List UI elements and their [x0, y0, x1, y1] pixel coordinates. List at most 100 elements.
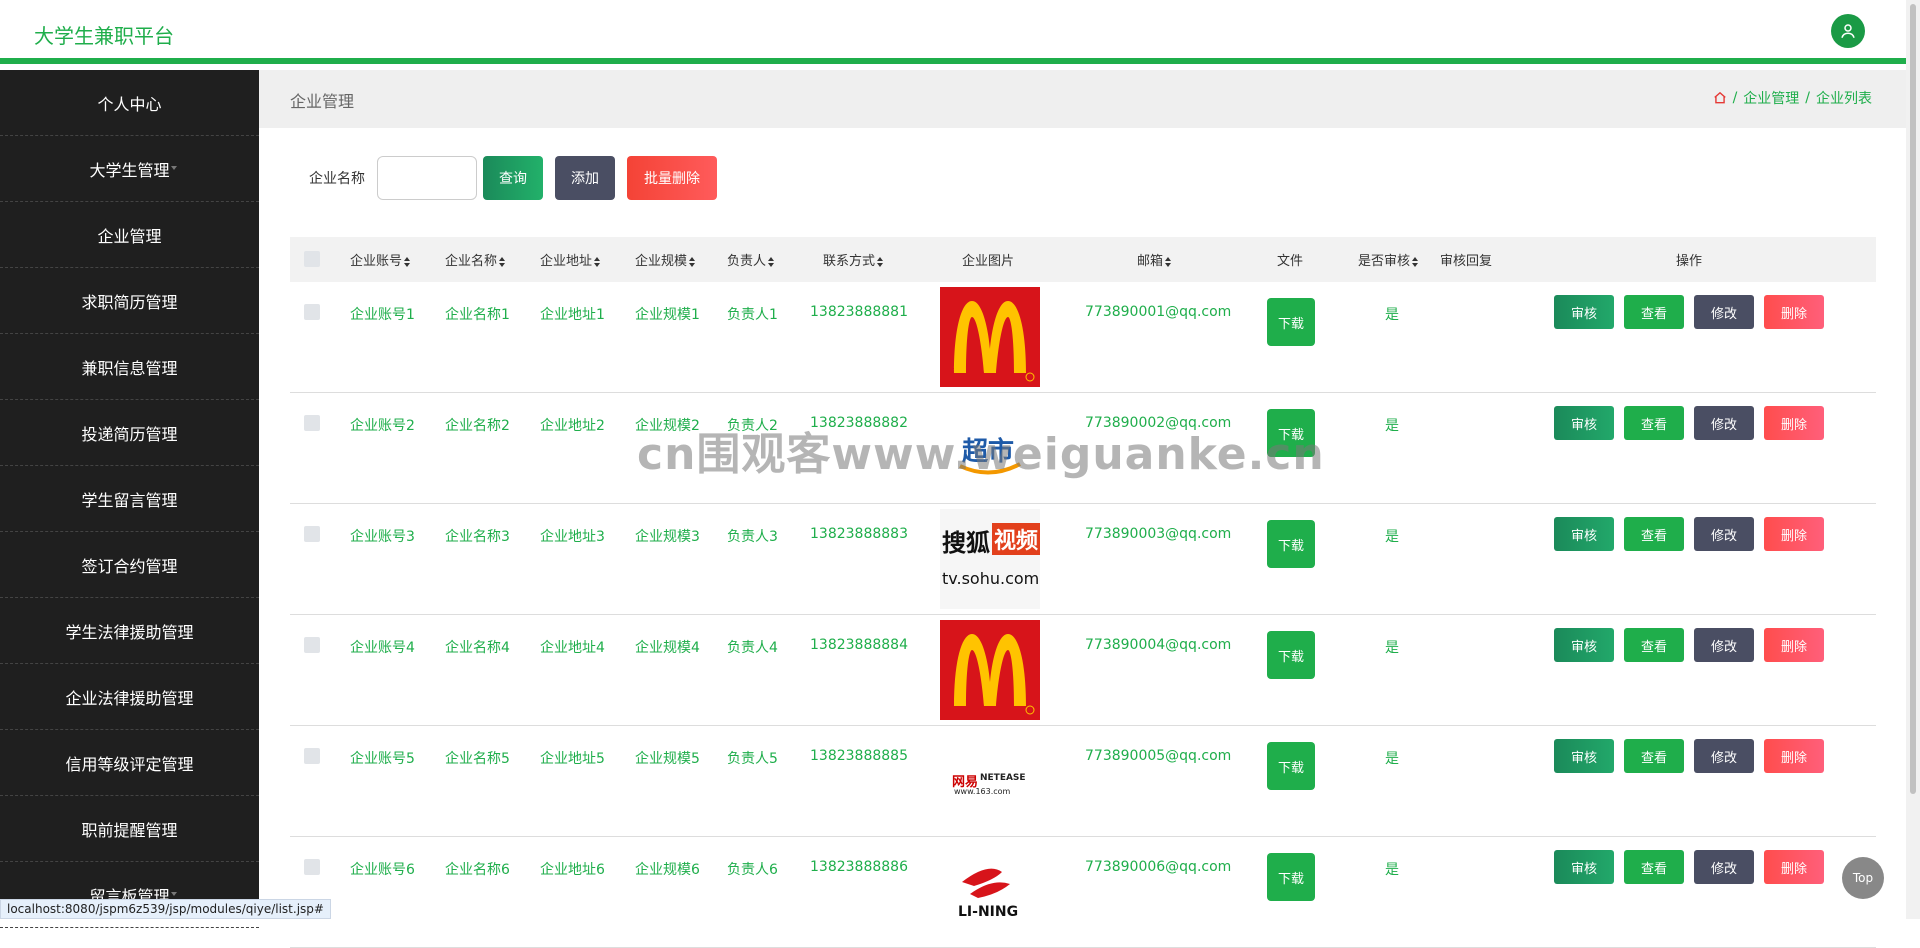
sidebar-item-label: 求职简历管理 [81, 292, 178, 312]
batch-delete-button[interactable]: 批量删除 [627, 156, 717, 200]
audit-button[interactable]: 审核 [1554, 739, 1614, 773]
view-button[interactable]: 查看 [1624, 295, 1684, 329]
breadcrumb: / 企业管理 / 企业列表 [1713, 88, 1872, 108]
cell-name: 企业名称5 [445, 751, 510, 767]
sidebar-item-label: 信用等级评定管理 [65, 754, 194, 774]
user-icon [1841, 24, 1855, 38]
user-avatar-button[interactable] [1831, 14, 1865, 48]
sidebar-item-enterprise-legal-aid[interactable]: 企业法律援助管理 [0, 664, 259, 730]
view-button[interactable]: 查看 [1624, 517, 1684, 551]
breadcrumb-link-enterprise-management[interactable]: 企业管理 [1743, 88, 1799, 108]
cell-email: 773890001@qq.com [1085, 304, 1232, 320]
sidebar-item-enterprise-management[interactable]: 企业管理 [0, 202, 259, 268]
query-button[interactable]: 查询 [483, 156, 543, 200]
header-address[interactable]: 企业地址 [540, 250, 601, 269]
header-account[interactable]: 企业账号 [350, 250, 411, 269]
enterprise-name-input[interactable] [377, 156, 477, 200]
add-button[interactable]: 添加 [555, 156, 615, 200]
audit-button[interactable]: 审核 [1554, 406, 1614, 440]
header-name[interactable]: 企业名称 [445, 250, 506, 269]
page-title: 企业管理 [290, 92, 355, 111]
download-button[interactable]: 下载 [1267, 298, 1315, 346]
breadcrumb-separator: / [1805, 90, 1810, 106]
download-button[interactable]: 下载 [1267, 742, 1315, 790]
audit-button[interactable]: 审核 [1554, 517, 1614, 551]
download-button[interactable]: 下载 [1267, 631, 1315, 679]
cell-address: 企业地址4 [540, 640, 605, 656]
row-checkbox[interactable] [304, 637, 320, 653]
audit-button[interactable]: 审核 [1554, 850, 1614, 884]
header-ops: 操作 [1676, 254, 1703, 269]
sidebar-item-student-management[interactable]: 大学生管理 [0, 136, 259, 202]
cell-audited: 是 [1385, 862, 1399, 878]
view-button[interactable]: 查看 [1624, 628, 1684, 662]
table-row: 企业账号1 企业名称1 企业地址1 企业规模1 负责人1 13823888881 77389… [290, 282, 1876, 393]
sidebar-item-personal-center[interactable]: 个人中心 [0, 70, 259, 136]
row-actions: 审核 查看 修改 删除 [1554, 295, 1824, 329]
edit-button[interactable]: 修改 [1694, 517, 1754, 551]
home-icon[interactable] [1713, 91, 1727, 105]
cell-name: 企业名称6 [445, 862, 510, 878]
delete-button[interactable]: 删除 [1764, 739, 1824, 773]
sidebar-item-contract-management[interactable]: 签订合约管理 [0, 532, 259, 598]
header-contact[interactable]: 联系方式 [823, 250, 884, 269]
header-email[interactable]: 邮箱 [1137, 250, 1172, 269]
brand-title: 大学生兼职平台 [34, 24, 174, 48]
page-scrollbar[interactable] [1906, 0, 1920, 919]
table-row: 企业账号6 企业名称6 企业地址6 企业规模6 负责人6 13823888886 77389… [290, 837, 1876, 948]
cell-scale: 企业规模6 [635, 862, 700, 878]
row-checkbox[interactable] [304, 748, 320, 764]
edit-button[interactable]: 修改 [1694, 406, 1754, 440]
delete-button[interactable]: 删除 [1764, 406, 1824, 440]
audit-button[interactable]: 审核 [1554, 628, 1614, 662]
audit-button[interactable]: 审核 [1554, 295, 1614, 329]
delete-button[interactable]: 删除 [1764, 850, 1824, 884]
header-manager[interactable]: 负责人 [727, 250, 775, 269]
cell-email: 773890005@qq.com [1085, 748, 1232, 764]
select-all-checkbox[interactable] [304, 251, 320, 267]
cell-account: 企业账号3 [350, 529, 415, 545]
row-checkbox[interactable] [304, 859, 320, 875]
view-button[interactable]: 查看 [1624, 850, 1684, 884]
edit-button[interactable]: 修改 [1694, 850, 1754, 884]
sidebar-item-credit-rating[interactable]: 信用等级评定管理 [0, 730, 259, 796]
sidebar-item-label: 学生留言管理 [81, 490, 178, 510]
table-row: 企业账号4 企业名称4 企业地址4 企业规模4 负责人4 13823888884 77389… [290, 615, 1876, 726]
delete-button[interactable]: 删除 [1764, 517, 1824, 551]
edit-button[interactable]: 修改 [1694, 628, 1754, 662]
header-scale[interactable]: 企业规模 [635, 250, 696, 269]
view-button[interactable]: 查看 [1624, 739, 1684, 773]
scrollbar-thumb[interactable] [1910, 4, 1916, 794]
sidebar-item-student-message[interactable]: 学生留言管理 [0, 466, 259, 532]
sidebar-item-delivery-management[interactable]: 投递简历管理 [0, 400, 259, 466]
back-to-top-button[interactable]: Top [1842, 857, 1884, 899]
download-button[interactable]: 下载 [1267, 853, 1315, 901]
breadcrumb-current: 企业列表 [1816, 91, 1872, 107]
delete-button[interactable]: 删除 [1764, 295, 1824, 329]
sidebar-item-student-legal-aid[interactable]: 学生法律援助管理 [0, 598, 259, 664]
row-checkbox[interactable] [304, 526, 320, 542]
header-audited[interactable]: 是否审核 [1358, 250, 1419, 269]
enterprise-logo [940, 287, 1040, 387]
row-checkbox[interactable] [304, 304, 320, 320]
download-button[interactable]: 下载 [1267, 520, 1315, 568]
cell-address: 企业地址5 [540, 751, 605, 767]
cell-contact: 13823888885 [810, 748, 908, 764]
table-body: 企业账号1 企业名称1 企业地址1 企业规模1 负责人1 13823888881 77389… [290, 282, 1876, 948]
edit-button[interactable]: 修改 [1694, 739, 1754, 773]
sidebar: 个人中心 大学生管理 企业管理 求职简历管理 兼职信息管理 投递简历管理 学生留… [0, 70, 259, 928]
cell-manager: 负责人3 [727, 529, 778, 545]
sidebar-item-label: 学生法律援助管理 [65, 622, 194, 642]
cell-email: 773890003@qq.com [1085, 526, 1232, 542]
view-button[interactable]: 查看 [1624, 406, 1684, 440]
sidebar-item-resume-management[interactable]: 求职简历管理 [0, 268, 259, 334]
cell-name: 企业名称1 [445, 307, 510, 323]
cell-contact: 13823888884 [810, 637, 908, 653]
sort-icon [404, 256, 411, 267]
cell-audited: 是 [1385, 640, 1399, 656]
delete-button[interactable]: 删除 [1764, 628, 1824, 662]
edit-button[interactable]: 修改 [1694, 295, 1754, 329]
sidebar-item-pre-job-reminder[interactable]: 职前提醒管理 [0, 796, 259, 862]
row-checkbox[interactable] [304, 415, 320, 431]
sidebar-item-parttime-management[interactable]: 兼职信息管理 [0, 334, 259, 400]
